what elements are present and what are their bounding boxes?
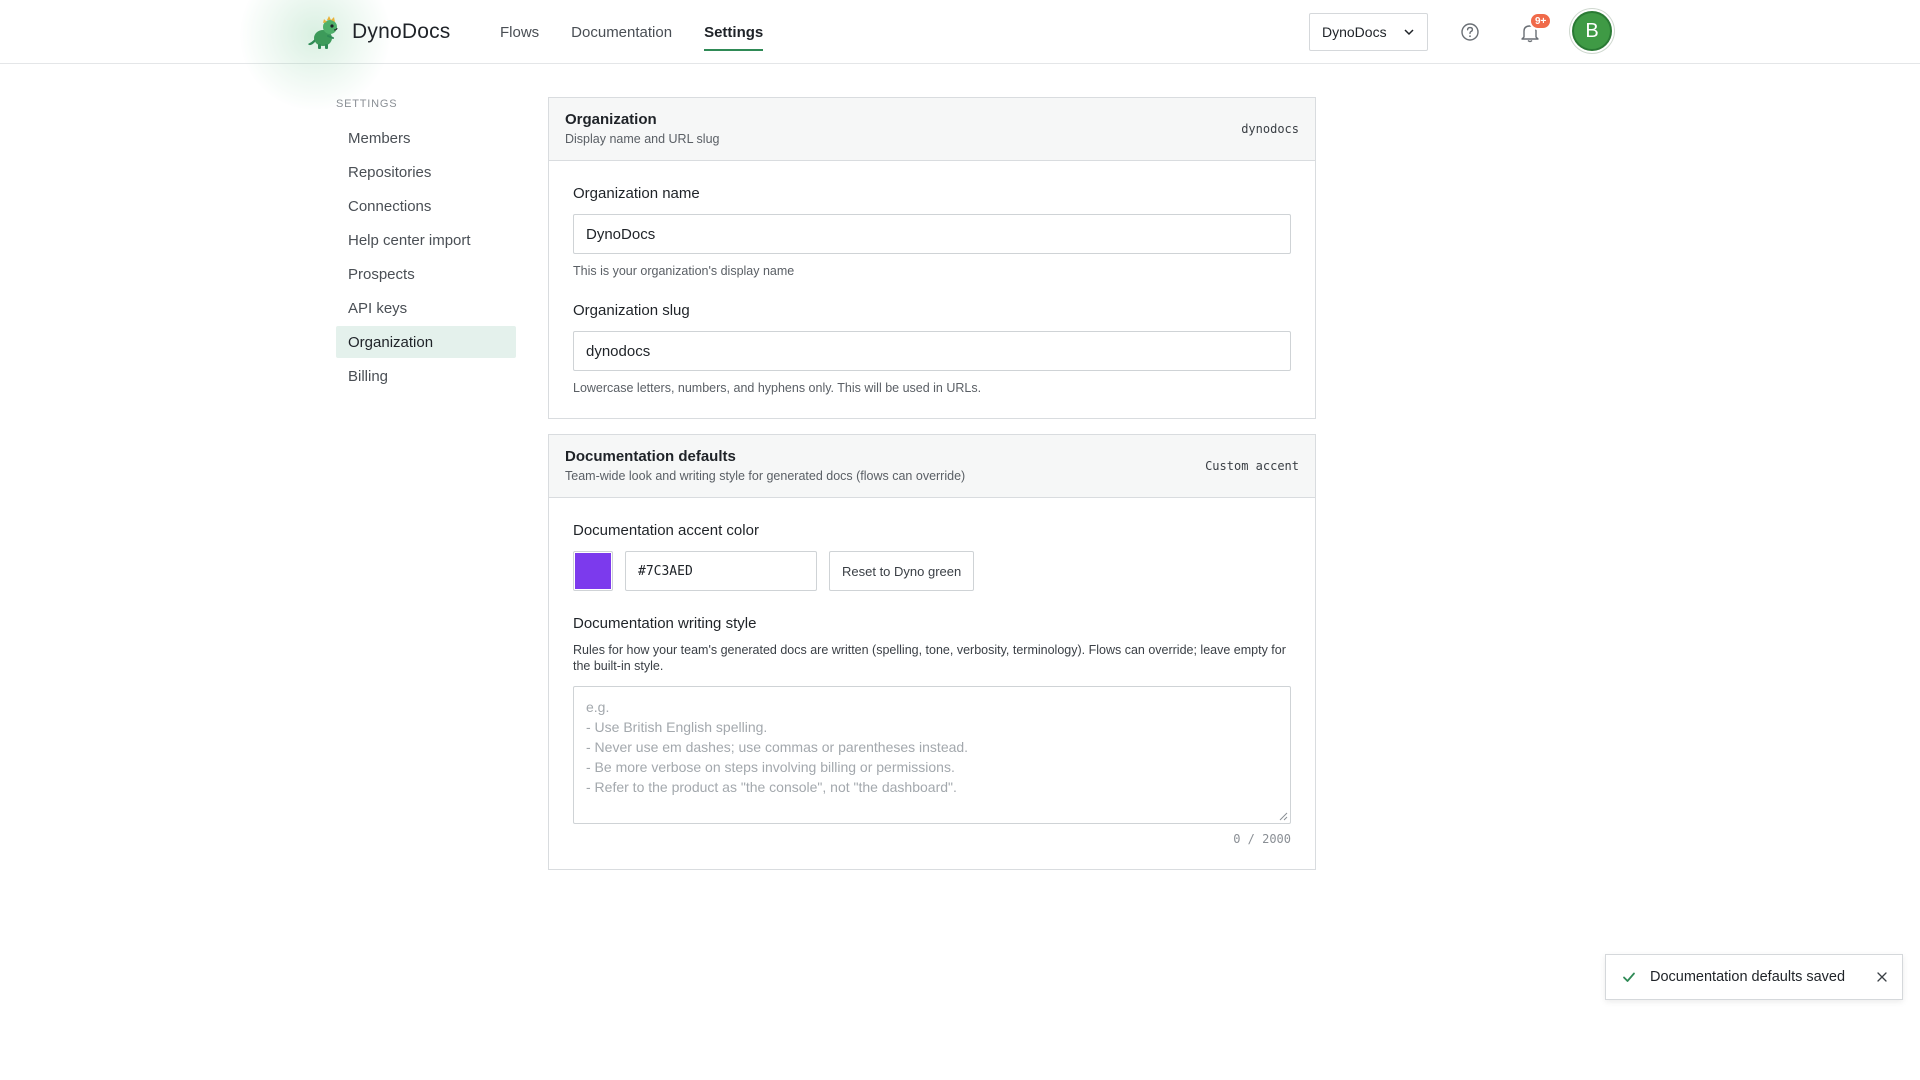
- organization-slug-tag: dynodocs: [1241, 122, 1299, 136]
- org-switcher-label: DynoDocs: [1322, 24, 1387, 40]
- org-switcher[interactable]: DynoDocs: [1309, 13, 1428, 51]
- documentation-defaults-card: Documentation defaults Team-wide look an…: [548, 434, 1316, 870]
- accent-color-swatch[interactable]: [573, 551, 613, 591]
- organization-card-title: Organization: [565, 111, 657, 128]
- settings-sidebar: SETTINGS Members Repositories Connection…: [336, 92, 516, 394]
- org-name-hint: This is your organization's display name: [573, 264, 795, 278]
- custom-accent-tag: Custom accent: [1205, 459, 1299, 473]
- reset-accent-button[interactable]: Reset to Dyno green: [829, 551, 975, 591]
- avatar[interactable]: B: [1572, 11, 1612, 51]
- org-slug-hint: Lowercase letters, numbers, and hyphens …: [573, 381, 982, 395]
- accent-color-label: Documentation accent color: [573, 522, 759, 539]
- organization-card-subtitle: Display name and URL slug: [565, 132, 720, 146]
- close-icon[interactable]: [1876, 971, 1888, 983]
- chevron-down-icon: [1404, 29, 1414, 36]
- toast-message: Documentation defaults saved: [1650, 969, 1846, 985]
- nav-settings[interactable]: Settings: [704, 0, 764, 64]
- main-nav: Flows Documentation Settings: [500, 0, 764, 64]
- organization-card-header: Organization Display name and URL slug d…: [549, 98, 1315, 161]
- org-name-input[interactable]: DynoDocs: [573, 214, 1291, 254]
- character-counter: 0 / 2000: [1233, 832, 1291, 846]
- brand[interactable]: DynoDocs: [306, 10, 450, 54]
- nav-flows[interactable]: Flows: [500, 0, 539, 64]
- accent-color-fill: [575, 553, 611, 589]
- top-bar: DynoDocs Flows Documentation Settings Dy…: [0, 0, 1920, 110]
- check-icon: [1623, 972, 1635, 982]
- notification-badge: 9+: [1529, 12, 1553, 30]
- documentation-defaults-subtitle: Team-wide look and writing style for gen…: [565, 469, 966, 483]
- placeholder-line: - Refer to the product as "the console",…: [586, 779, 957, 795]
- resize-grip-icon[interactable]: [1278, 811, 1288, 821]
- org-slug-label: Organization slug: [573, 302, 690, 319]
- sidebar-item-api-keys[interactable]: API keys: [336, 292, 516, 324]
- placeholder-line: - Be more verbose on steps involving bil…: [586, 759, 955, 775]
- sidebar-item-repositories[interactable]: Repositories: [336, 156, 516, 188]
- sidebar-heading: SETTINGS: [336, 98, 398, 110]
- placeholder-line: - Never use em dashes; use commas or par…: [586, 739, 969, 755]
- org-slug-input[interactable]: dynodocs: [573, 331, 1291, 371]
- org-name-label: Organization name: [573, 185, 700, 202]
- help-icon[interactable]: [1460, 22, 1480, 42]
- writing-style-textarea[interactable]: e.g. - Use British English spelling. - N…: [573, 686, 1291, 824]
- sidebar-item-organization[interactable]: Organization: [336, 326, 516, 358]
- sidebar-item-help-center-import[interactable]: Help center import: [336, 224, 516, 256]
- placeholder-line: - Use British English spelling.: [586, 719, 768, 735]
- brand-name: DynoDocs: [352, 20, 451, 43]
- success-toast: Documentation defaults saved: [1605, 954, 1903, 1000]
- organization-card: Organization Display name and URL slug d…: [548, 97, 1316, 419]
- writing-style-label: Documentation writing style: [573, 615, 757, 632]
- sidebar-item-members[interactable]: Members: [336, 122, 516, 154]
- documentation-defaults-header: Documentation defaults Team-wide look an…: [549, 435, 1315, 498]
- dino-logo-icon: [308, 16, 338, 49]
- documentation-defaults-title: Documentation defaults: [565, 448, 736, 465]
- sidebar-item-connections[interactable]: Connections: [336, 190, 516, 222]
- placeholder-line: e.g.: [586, 699, 610, 715]
- sidebar-item-prospects[interactable]: Prospects: [336, 258, 516, 290]
- sidebar-item-billing[interactable]: Billing: [336, 360, 516, 392]
- documentation-defaults-body: Documentation accent color #7C3AED Reset…: [549, 498, 1315, 846]
- accent-hex-input[interactable]: #7C3AED: [625, 551, 817, 591]
- nav-documentation[interactable]: Documentation: [571, 0, 672, 64]
- writing-style-description: Rules for how your team's generated docs…: [573, 643, 1286, 673]
- accent-color-row: #7C3AED Reset to Dyno green: [573, 551, 1291, 591]
- organization-card-body: Organization name DynoDocs This is your …: [549, 161, 1315, 395]
